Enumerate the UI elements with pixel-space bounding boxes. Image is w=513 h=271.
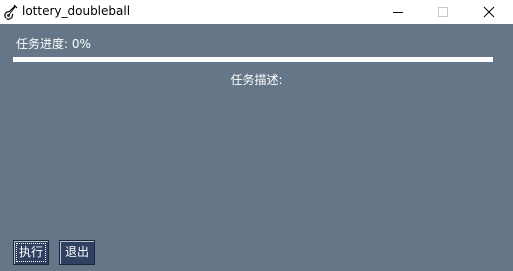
window-title: lottery_doubleball <box>22 4 131 18</box>
maximize-icon <box>438 7 448 17</box>
run-button[interactable]: 执行 <box>13 240 49 265</box>
exit-button[interactable]: 退出 <box>59 240 95 265</box>
close-icon <box>483 6 495 18</box>
maximize-button[interactable] <box>420 0 466 24</box>
guitar-icon <box>3 3 19 21</box>
task-description-label: 任务描述: <box>230 73 283 87</box>
close-button[interactable] <box>466 0 512 24</box>
minimize-button[interactable] <box>375 0 421 24</box>
progress-label: 任务进度: 0% <box>16 37 91 51</box>
title-bar[interactable]: lottery_doubleball <box>0 0 513 24</box>
app-window: lottery_doubleball 任务进度: 0% 任务描述: 执行 退出 <box>0 0 513 271</box>
progress-bar <box>13 57 493 62</box>
minimize-icon <box>393 12 403 13</box>
